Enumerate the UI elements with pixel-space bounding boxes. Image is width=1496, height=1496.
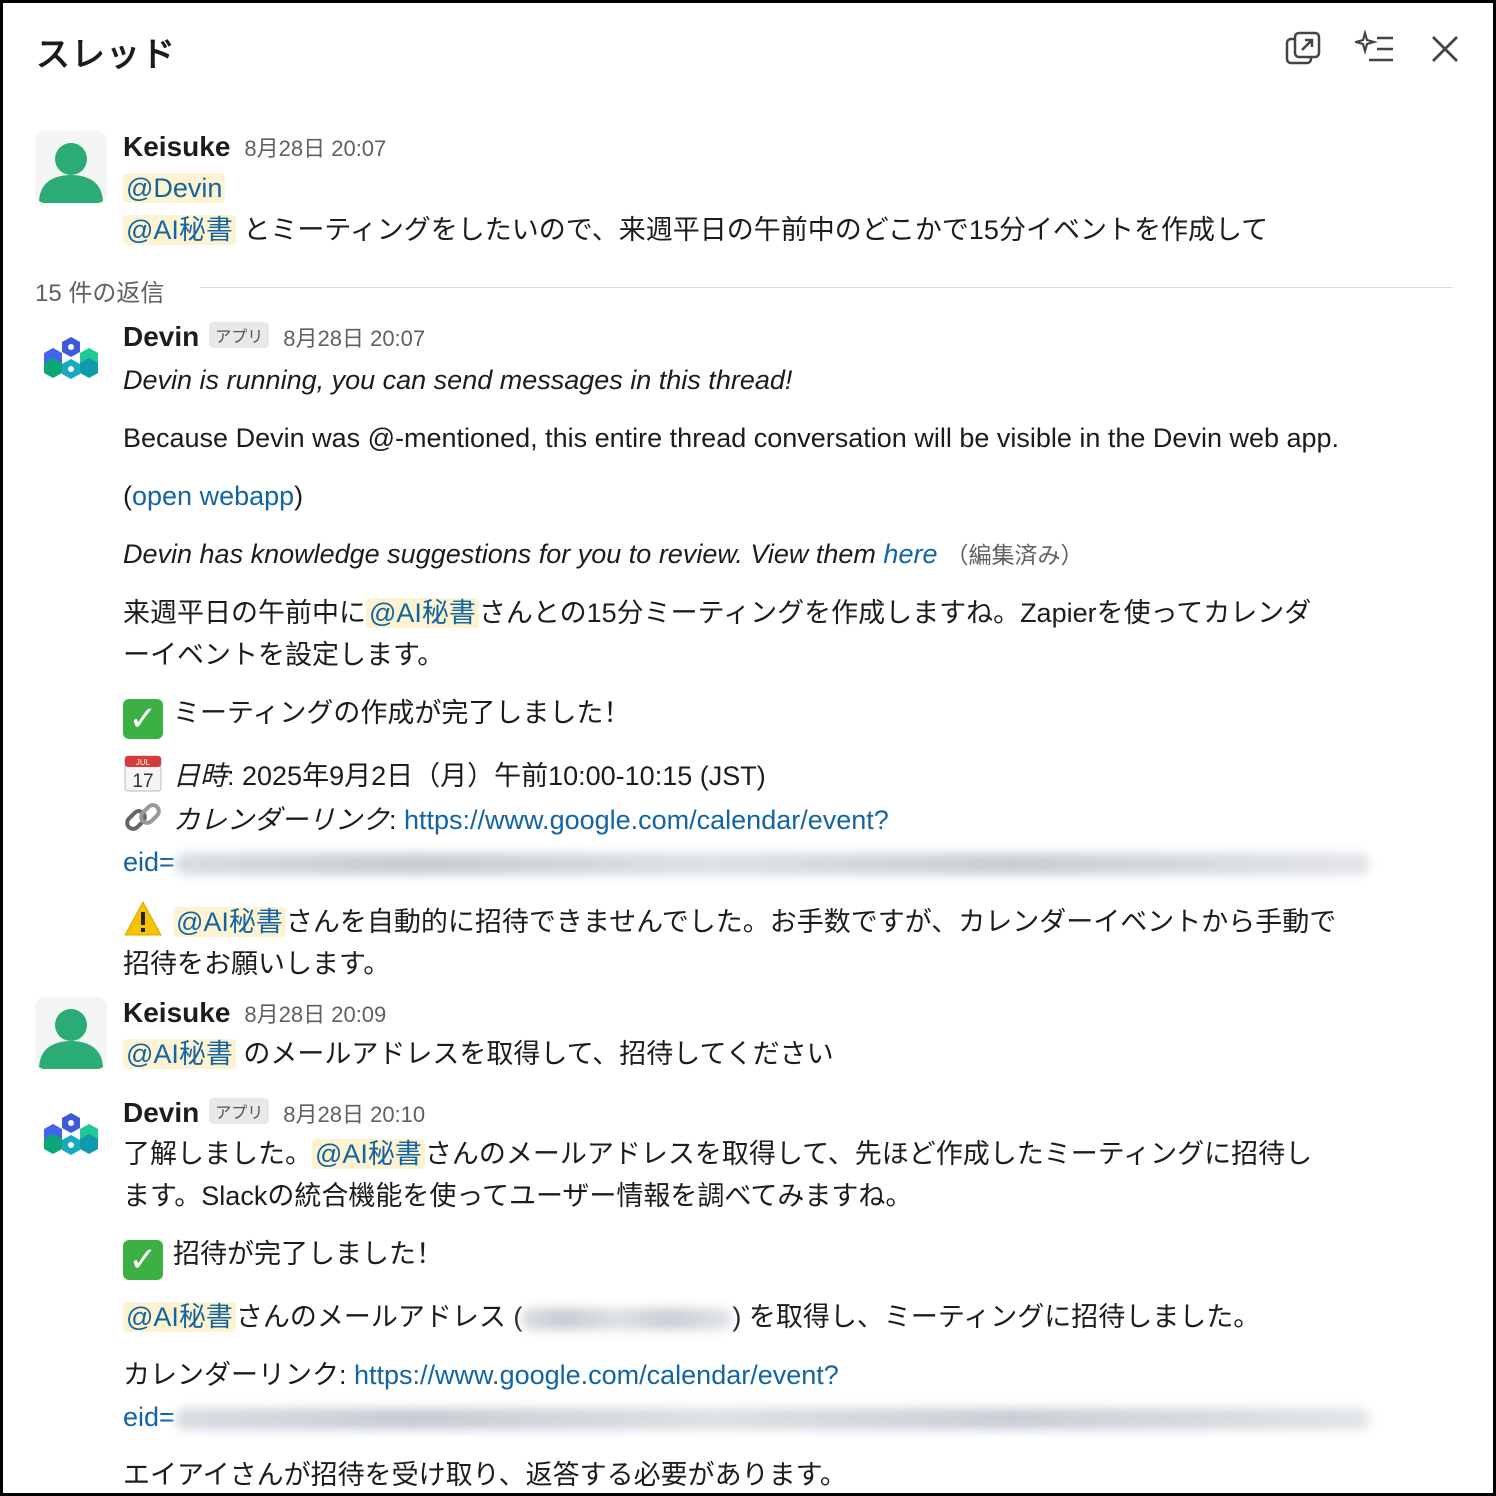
svg-text:JUL: JUL — [136, 758, 151, 767]
reply-count-divider: 15 件の返信 — [35, 273, 1453, 307]
mention-ai-secretary[interactable]: @AI秘書 — [123, 1039, 236, 1069]
close-icon[interactable] — [1423, 27, 1467, 71]
ai-summary-icon[interactable] — [1353, 27, 1397, 71]
author-name[interactable]: Devin — [123, 321, 199, 353]
redacted-eid — [174, 1407, 1370, 1430]
timestamp[interactable]: 8月28日 20:10 — [283, 1097, 425, 1129]
check-mark-icon: ✓ — [123, 1240, 163, 1280]
svg-text:17: 17 — [132, 771, 153, 792]
timestamp[interactable]: 8月28日 20:09 — [244, 997, 386, 1029]
calendar-event-link[interactable]: https://www.google.com/calendar/event? — [404, 805, 889, 835]
timestamp[interactable]: 8月28日 20:07 — [283, 321, 425, 353]
mention-ai-secretary[interactable]: @AI秘書 — [123, 1302, 236, 1332]
app-badge: アプリ — [209, 1098, 270, 1124]
calendar-event-link-eid[interactable]: eid= — [123, 847, 175, 877]
edited-label: （編集済み） — [945, 542, 1084, 568]
reply-count: 15 件の返信 — [35, 280, 183, 307]
timestamp[interactable]: 8月28日 20:07 — [244, 131, 386, 163]
mention-ai-secretary[interactable]: @AI秘書 — [123, 215, 236, 245]
calendar-event-link[interactable]: https://www.google.com/calendar/event? — [354, 1360, 839, 1390]
message-text: とミーティングをしたいので、来週平日の午前中のどこかで15分イベントを作成して — [235, 215, 1269, 245]
visibility-notice: Because Devin was @-mentioned, this enti… — [123, 423, 1340, 453]
date-label: 日時 — [173, 761, 227, 791]
thread-header: スレッド — [3, 3, 1493, 95]
avatar[interactable] — [35, 131, 107, 203]
calendar-icon: JUL 17 — [123, 753, 163, 793]
mention-ai-secretary[interactable]: @AI秘書 — [173, 907, 286, 937]
mention-ai-secretary[interactable]: @AI秘書 — [312, 1139, 425, 1169]
warning-icon — [123, 899, 163, 939]
final-note: エイアイさんが招待を受け取り、返答する必要があります。 — [123, 1460, 847, 1490]
author-name[interactable]: Devin — [123, 1097, 199, 1129]
popout-icon[interactable] — [1281, 27, 1325, 71]
avatar[interactable] — [35, 997, 107, 1069]
mention-devin[interactable]: @Devin — [123, 173, 226, 203]
knowledge-notice: Devin has knowledge suggestions for you … — [123, 539, 884, 569]
link-icon — [123, 797, 163, 837]
open-webapp-link[interactable]: open webapp — [132, 481, 294, 511]
mention-ai-secretary[interactable]: @AI秘書 — [366, 598, 479, 628]
message-text: のメールアドレスを取得して、招待してください — [235, 1039, 834, 1069]
thread-panel: スレッド Keisuke 8月28日 20:07 @Devin @AI秘書 とミ… — [0, 0, 1496, 1496]
page-title: スレッド — [36, 36, 176, 74]
date-value: : 2025年9月2日（月）午前10:00-10:15 (JST) — [227, 761, 766, 791]
author-name[interactable]: Keisuke — [123, 131, 230, 163]
redacted-eid — [174, 852, 1370, 875]
devin-logo-icon[interactable] — [35, 321, 107, 393]
redacted-email — [522, 1307, 733, 1330]
author-name[interactable]: Keisuke — [123, 997, 230, 1029]
done-message: ミーティングの作成が完了しました！ — [173, 698, 631, 728]
done-message: 招待が完了しました！ — [173, 1239, 443, 1269]
check-mark-icon: ✓ — [123, 699, 163, 739]
knowledge-here-link[interactable]: here — [883, 539, 937, 569]
calendar-event-link-eid[interactable]: eid= — [123, 1402, 175, 1432]
app-badge: アプリ — [209, 322, 270, 348]
calendar-link-label: カレンダーリンク: — [123, 1360, 355, 1390]
devin-logo-icon[interactable] — [35, 1097, 107, 1169]
running-notice: Devin is running, you can send messages … — [123, 365, 793, 395]
calendar-link-label: カレンダーリンク — [173, 805, 389, 835]
